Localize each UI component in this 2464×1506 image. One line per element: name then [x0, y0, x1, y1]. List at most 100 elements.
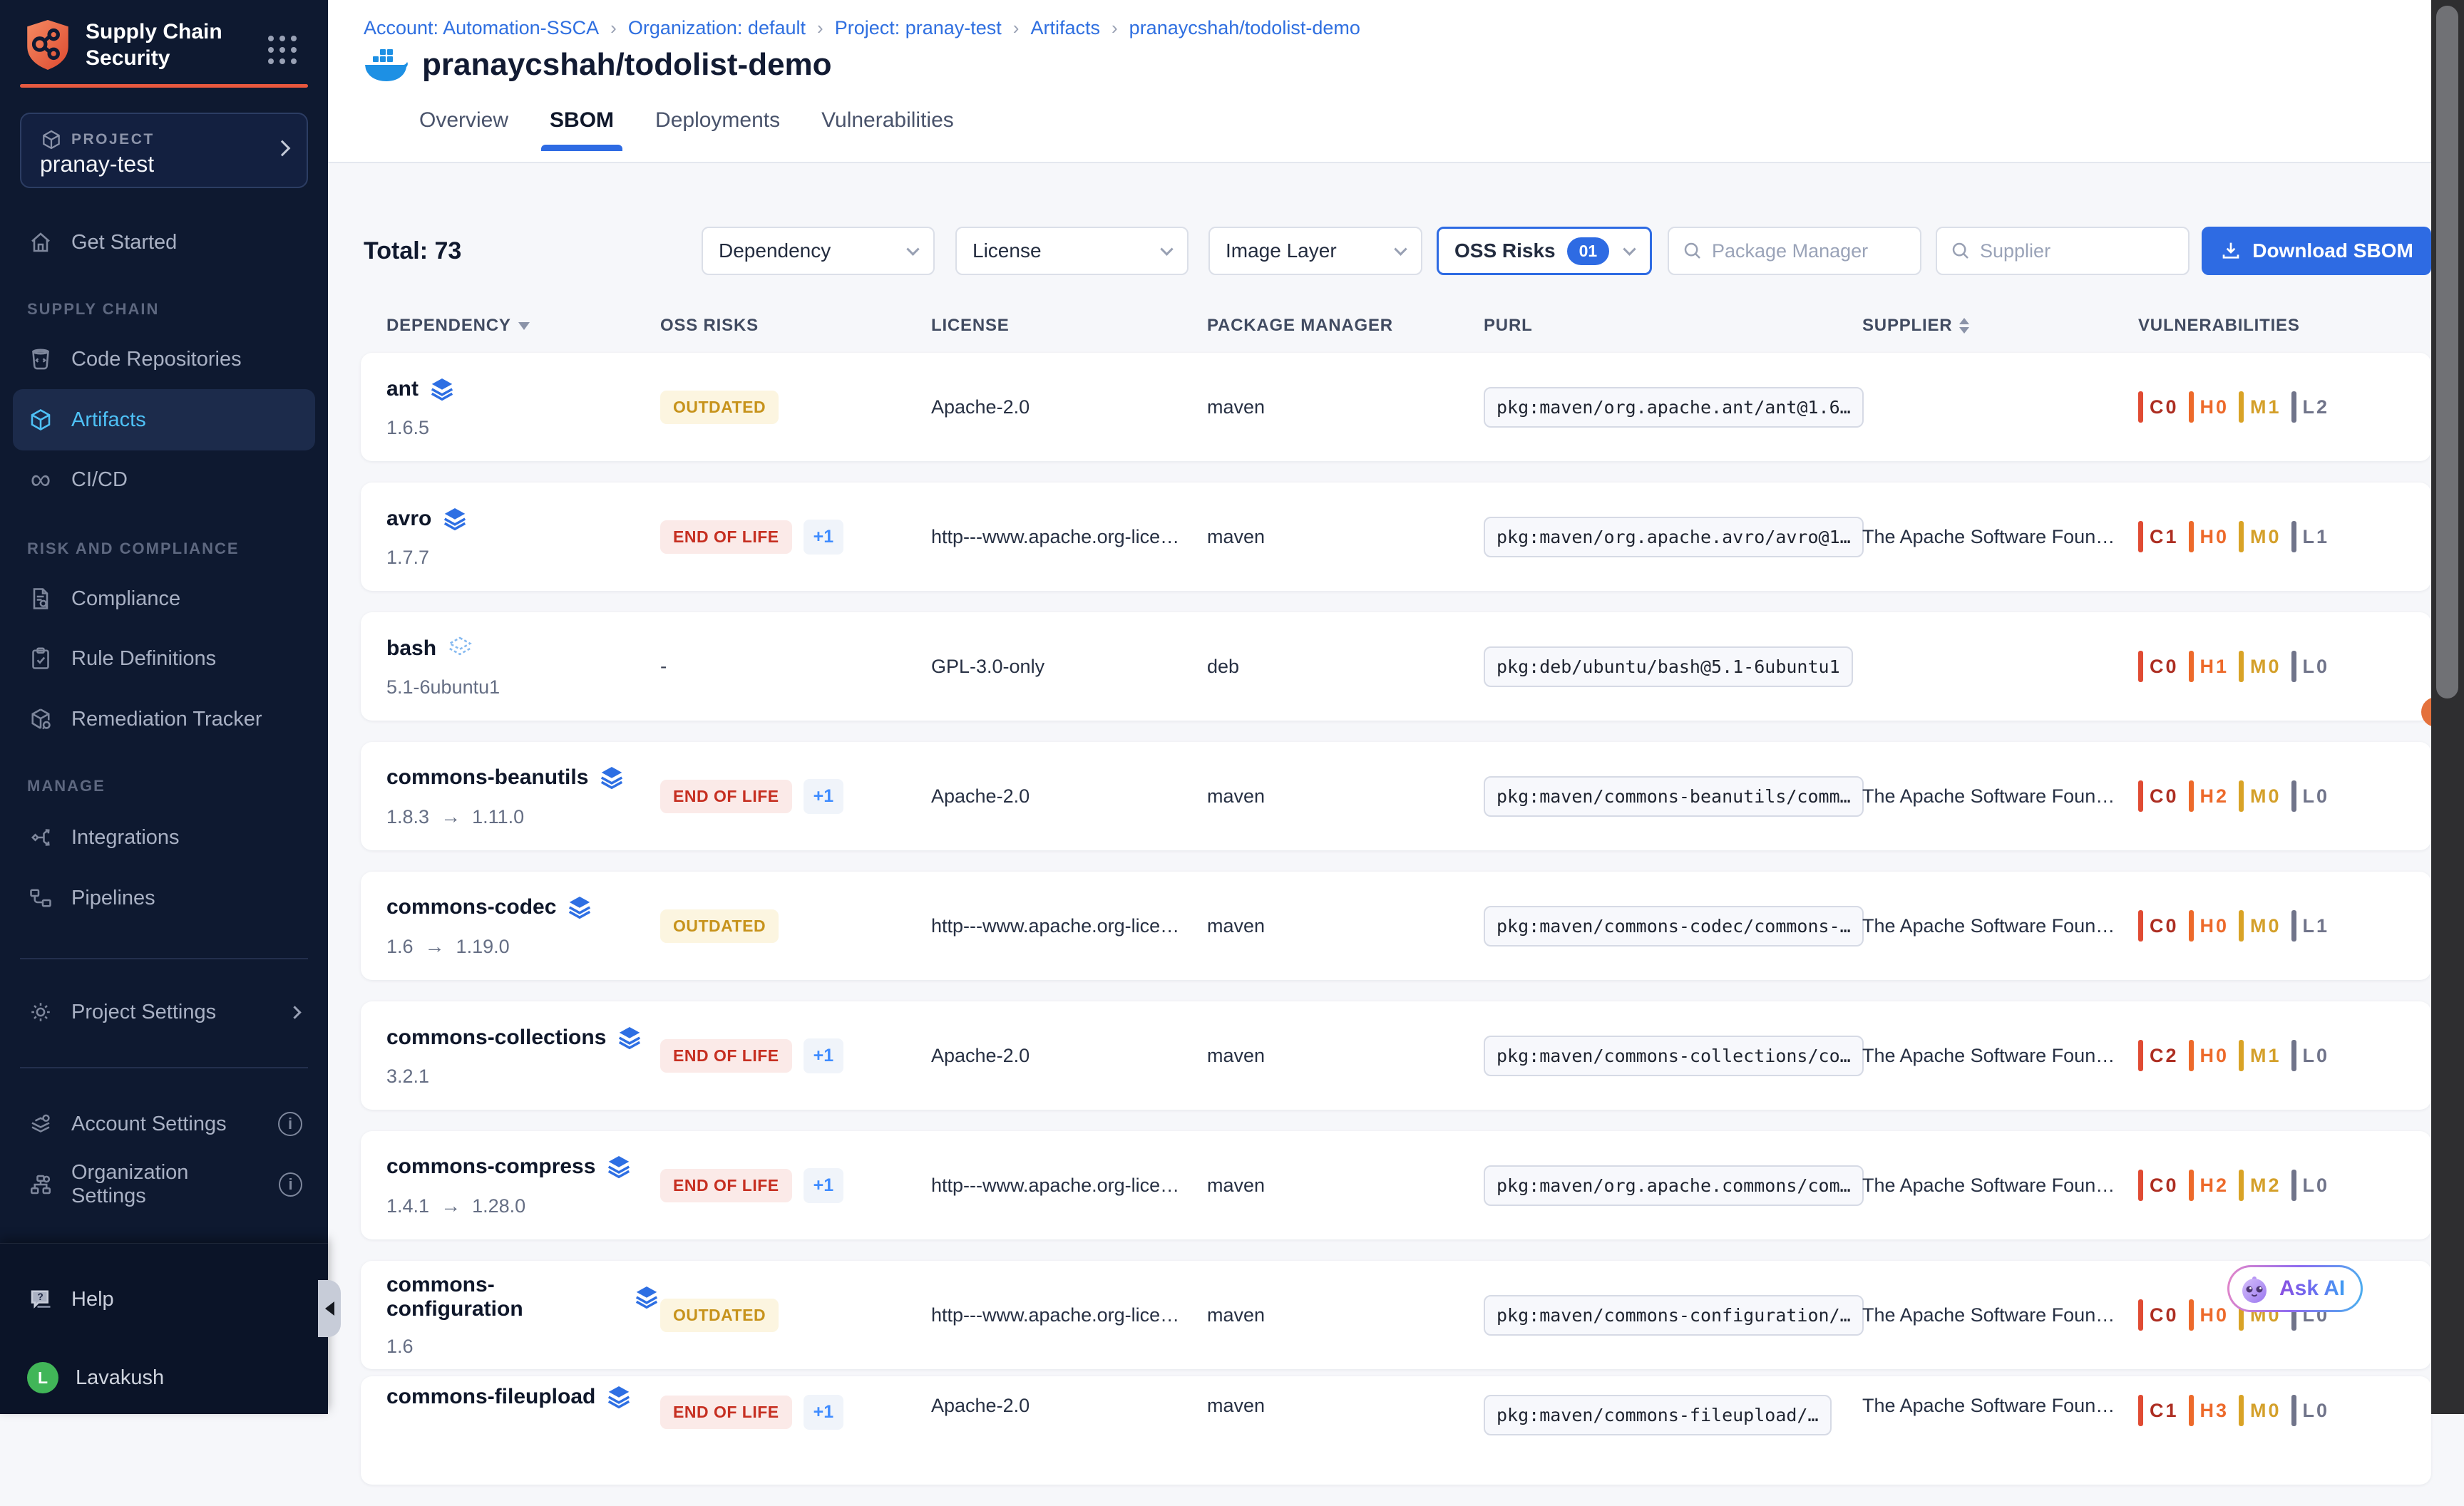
breadcrumb-organization[interactable]: Organization: default — [628, 17, 806, 39]
sidebar-item-remediation-tracker[interactable]: Remediation Tracker — [0, 691, 328, 748]
ask-ai-button[interactable]: Ask AI — [2227, 1265, 2363, 1312]
oss-risks-filter-dropdown[interactable]: OSS Risks 01 — [1437, 227, 1652, 275]
brand-title: Supply Chain Security — [86, 19, 222, 71]
more-risks-chip[interactable]: +1 — [804, 1038, 844, 1073]
tab-overview[interactable]: Overview — [415, 108, 513, 150]
more-risks-chip[interactable]: +1 — [804, 1395, 844, 1430]
sidebar-collapse-handle[interactable] — [318, 1280, 341, 1337]
integrations-icon — [27, 824, 54, 851]
purl-chip[interactable]: pkg:maven/org.apache.avro/avro@1… — [1484, 517, 1864, 557]
dependency-filter-dropdown[interactable]: Dependency — [702, 227, 935, 275]
tab-bar: Overview SBOM Deployments Vulnerabilitie… — [415, 108, 958, 150]
package-manager: maven — [1207, 915, 1484, 937]
package-manager: maven — [1207, 396, 1484, 418]
cube-icon — [40, 128, 63, 151]
purl-chip[interactable]: pkg:maven/org.apache.ant/ant@1.6… — [1484, 387, 1864, 428]
col-header-supplier[interactable]: SUPPLIER — [1862, 316, 2138, 336]
more-risks-chip[interactable]: +1 — [804, 520, 844, 555]
purl-chip[interactable]: pkg:maven/commons-beanutils/comm… — [1484, 776, 1864, 817]
layers-icon — [633, 1284, 660, 1311]
col-header-purl: PURL — [1484, 316, 1862, 336]
vulnerability-counts: C0 H0 M1 L2 — [2138, 391, 2414, 423]
sidebar-item-label: Project Settings — [71, 1001, 216, 1024]
table-row[interactable]: bash 5.1-6ubuntu1 - GPL-3.0-only deb pkg… — [361, 612, 2431, 721]
download-sbom-button[interactable]: Download SBOM — [2202, 227, 2431, 275]
purl-chip[interactable]: pkg:deb/ubuntu/bash@5.1-6ubuntu1 — [1484, 646, 1853, 687]
license-filter-dropdown[interactable]: License — [955, 227, 1189, 275]
tab-vulnerabilities[interactable]: Vulnerabilities — [817, 108, 958, 150]
breadcrumb-project[interactable]: Project: pranay-test — [835, 17, 1002, 39]
page-header: Account: Automation-SSCA › Organization: … — [328, 0, 2464, 163]
breadcrumb-artifact-name[interactable]: pranaycshah/todolist-demo — [1129, 17, 1360, 39]
chevron-right-icon — [274, 140, 291, 157]
col-header-oss-risks: OSS RISKS — [660, 316, 931, 336]
table-row[interactable]: commons-compress 1.4.1→1.28.0 END OF LIF… — [361, 1131, 2431, 1239]
purl-chip[interactable]: pkg:maven/commons-fileupload/… — [1484, 1395, 1832, 1435]
purl-chip[interactable]: pkg:maven/commons-configuration/… — [1484, 1295, 1864, 1336]
sidebar-item-integrations[interactable]: Integrations — [0, 809, 328, 866]
vulnerability-counts: C0 H0 M0 L1 — [2138, 910, 2414, 942]
table-row[interactable]: commons-fileupload END OF LIFE+1 Apache-… — [361, 1376, 2431, 1485]
tab-sbom[interactable]: SBOM — [545, 108, 618, 150]
tab-deployments[interactable]: Deployments — [651, 108, 784, 150]
sidebar-item-account-settings[interactable]: Account Settings i — [0, 1095, 328, 1152]
project-selector[interactable]: PROJECT pranay-test — [20, 113, 308, 188]
package-manager-input[interactable] — [1712, 240, 1907, 262]
sidebar-item-cicd[interactable]: ∞ CI/CD — [0, 451, 328, 508]
sidebar-item-help[interactable]: ? Help — [0, 1271, 328, 1328]
image-layer-filter-dropdown[interactable]: Image Layer — [1208, 227, 1422, 275]
sidebar-item-label: CI/CD — [71, 468, 128, 492]
package-manager: maven — [1207, 1175, 1484, 1197]
layers-icon — [428, 376, 456, 403]
purl-chip[interactable]: pkg:maven/commons-codec/commons-… — [1484, 906, 1864, 947]
table-row[interactable]: commons-codec 1.6→1.19.0 OUTDATED http--… — [361, 872, 2431, 980]
sidebar-item-project-settings[interactable]: Project Settings — [0, 984, 328, 1041]
dropdown-label: Image Layer — [1226, 239, 1337, 262]
purl-chip[interactable]: pkg:maven/org.apache.commons/com… — [1484, 1165, 1864, 1206]
table-row[interactable]: avro 1.7.7 END OF LIFE+1 http---www.apac… — [361, 483, 2431, 591]
avatar: L — [27, 1362, 58, 1393]
license: http---www.apache.org-lice… — [931, 1175, 1207, 1197]
supplier-search — [1936, 227, 2190, 275]
sidebar-item-get-started[interactable]: Get Started — [0, 214, 328, 271]
scrollbar-thumb[interactable] — [2436, 6, 2458, 698]
breadcrumb-separator: › — [1112, 17, 1118, 39]
sidebar-item-rule-definitions[interactable]: Rule Definitions — [0, 630, 328, 687]
sidebar-item-code-repositories[interactable]: Code Repositories — [0, 331, 328, 388]
scrollbar-track[interactable] — [2431, 0, 2464, 1414]
download-icon — [2219, 239, 2242, 262]
version: 5.1-6ubuntu1 — [386, 676, 500, 698]
clipboard-check-icon — [27, 645, 54, 672]
col-header-dependency[interactable]: DEPENDENCY — [386, 316, 660, 336]
vulnerability-counts: C1 H3 M0 L0 — [2138, 1376, 2414, 1426]
sidebar-item-compliance[interactable]: Compliance — [0, 570, 328, 627]
sort-desc-icon — [518, 322, 530, 330]
sidebar-item-artifacts[interactable]: Artifacts — [13, 389, 315, 450]
version: 1.6.5 — [386, 417, 429, 439]
ask-ai-label: Ask AI — [2279, 1277, 2345, 1301]
breadcrumb-account[interactable]: Account: Automation-SSCA — [364, 17, 599, 39]
apps-grid-icon[interactable] — [268, 36, 297, 64]
supplier: The Apache Software Foun… — [1862, 785, 2138, 808]
purl-chip[interactable]: pkg:maven/commons-collections/co… — [1484, 1036, 1864, 1076]
package-manager: maven — [1207, 1045, 1484, 1067]
breadcrumb-artifacts[interactable]: Artifacts — [1030, 17, 1100, 39]
supplier-input[interactable] — [1980, 240, 2175, 262]
more-risks-chip[interactable]: +1 — [804, 779, 844, 814]
sidebar-item-pipelines[interactable]: Pipelines — [0, 870, 328, 927]
table-row[interactable]: commons-beanutils 1.8.3→1.11.0 END OF LI… — [361, 742, 2431, 850]
license: http---www.apache.org-lice… — [931, 526, 1207, 548]
vulnerability-counts: C0 H1 M0 L0 — [2138, 651, 2414, 682]
more-risks-chip[interactable]: +1 — [804, 1168, 844, 1203]
user-menu[interactable]: L Lavakush — [0, 1349, 328, 1406]
sidebar-item-label: Code Repositories — [71, 348, 242, 371]
table-row[interactable]: ant 1.6.5 OUTDATED Apache-2.0 maven pkg:… — [361, 353, 2431, 461]
search-icon — [1950, 240, 1971, 262]
upgrade-arrow-icon: → — [441, 1195, 461, 1217]
table-row[interactable]: commons-configuration 1.6 OUTDATED http-… — [361, 1261, 2431, 1369]
table-row[interactable]: commons-collections 3.2.1 END OF LIFE+1 … — [361, 1001, 2431, 1110]
license: http---www.apache.org-lice… — [931, 915, 1207, 937]
oss-risk-badge: END OF LIFE — [660, 780, 792, 813]
sidebar-item-organization-settings[interactable]: Organization Settings i — [0, 1156, 328, 1213]
oss-risk-badge: END OF LIFE — [660, 1039, 792, 1073]
